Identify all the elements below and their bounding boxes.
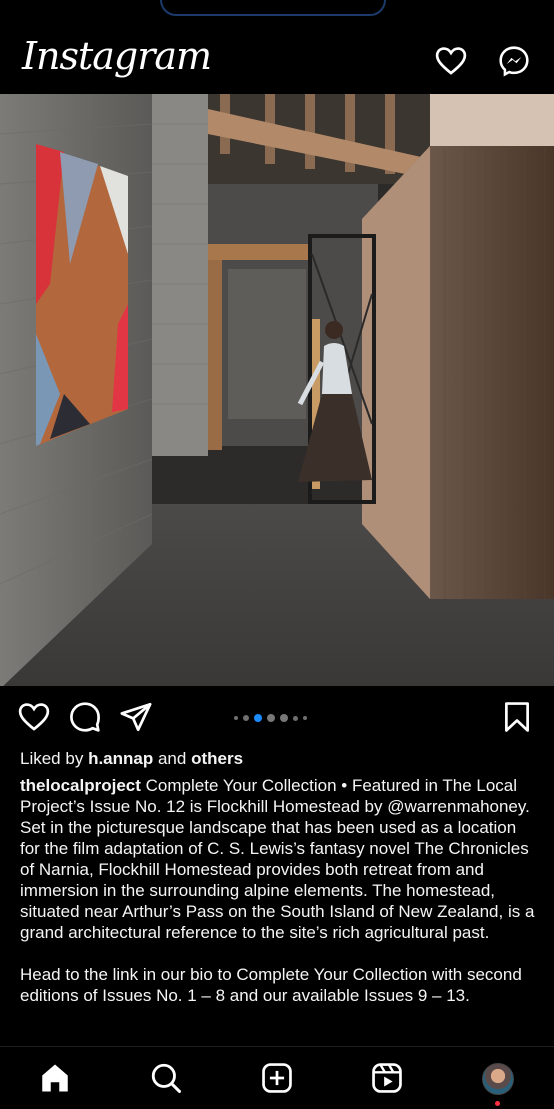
comment-icon[interactable] — [68, 700, 102, 734]
likes-prefix: Liked by — [20, 749, 84, 768]
app-title: Instagram — [22, 34, 212, 78]
create-icon[interactable] — [260, 1061, 294, 1095]
search-icon[interactable] — [149, 1061, 183, 1095]
top-bar: Instagram — [0, 28, 554, 94]
caption-username[interactable]: thelocalproject — [20, 776, 141, 795]
post-caption: Liked by h.annap and others thelocalproj… — [20, 748, 540, 1006]
bookmark-icon[interactable] — [500, 700, 534, 734]
likes-joiner: and — [157, 749, 187, 768]
heart-icon[interactable] — [434, 44, 468, 78]
profile-avatar[interactable] — [482, 1063, 514, 1095]
caption-text: Complete Your Collection • Featured in T… — [20, 776, 535, 942]
messenger-icon[interactable] — [497, 44, 531, 78]
share-icon[interactable] — [119, 700, 153, 734]
carousel-indicator — [234, 713, 307, 723]
likes-others-link[interactable]: others — [191, 749, 243, 768]
caption-body: thelocalproject Complete Your Collection… — [20, 775, 540, 943]
liked-by-username[interactable]: h.annap — [88, 749, 153, 768]
caption-more-text: Head to the link in our bio to Complete … — [20, 965, 522, 1005]
post-image — [0, 94, 554, 686]
status-bar-island — [160, 0, 386, 16]
home-icon[interactable] — [38, 1061, 72, 1095]
post-actions — [0, 696, 554, 740]
post-photo[interactable] — [0, 94, 554, 686]
likes-line: Liked by h.annap and others — [20, 748, 540, 769]
notification-dot — [495, 1101, 500, 1106]
bottom-nav — [0, 1046, 554, 1109]
reels-icon[interactable] — [370, 1061, 404, 1095]
like-heart-icon[interactable] — [17, 700, 51, 734]
